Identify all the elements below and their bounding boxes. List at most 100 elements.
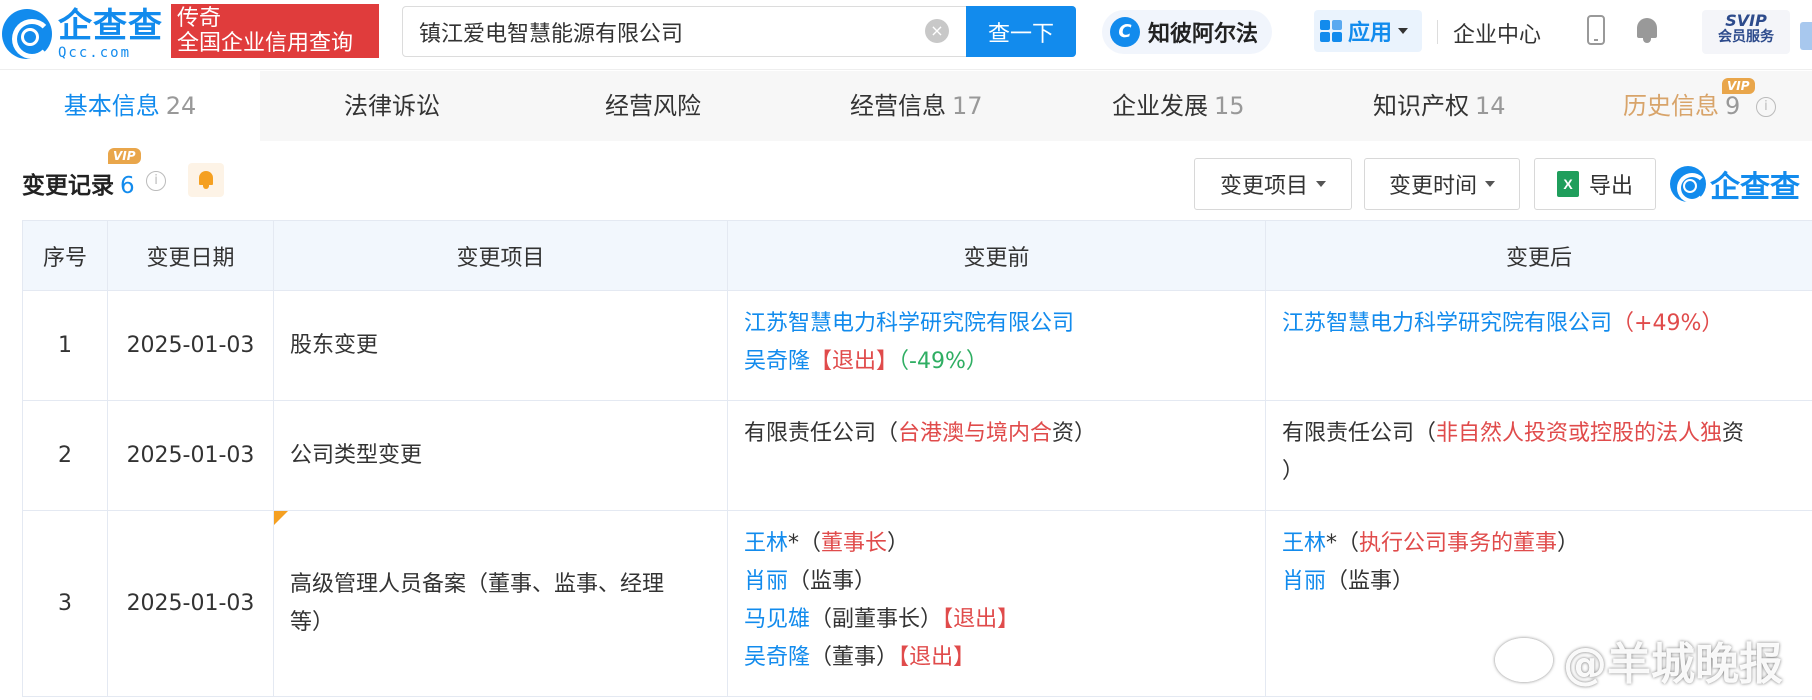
person-link[interactable]: 吴奇隆: [744, 645, 810, 670]
person-link[interactable]: 肖丽: [1282, 569, 1326, 594]
table-row: 1 2025-01-03 股东变更 江苏智慧电力科学研究院有限公司 吴奇隆【退出…: [22, 290, 1812, 401]
search-button[interactable]: 查一下: [966, 6, 1076, 57]
monitor-bell-icon[interactable]: [188, 163, 224, 197]
role-close: ）: [854, 569, 877, 594]
clear-icon[interactable]: ×: [925, 19, 949, 43]
role-open: （: [810, 607, 833, 632]
watermark-text: @羊城晚报: [1563, 639, 1783, 690]
top-navigation-bar: 企查查 Qcc.com 传奇 全国企业信用查询 × 查一下 C 知彼阿尔法 应用…: [0, 0, 1812, 70]
vip-tag: VIP: [1722, 78, 1755, 94]
role-open: （: [1326, 569, 1349, 594]
person-entry: 王林*（董事长）: [744, 525, 1249, 563]
role-open: （: [799, 531, 822, 556]
brand-text: 企查查: [1710, 170, 1800, 205]
person-entry: 马见雄（副董事长）【退出】: [744, 601, 1249, 639]
change-item-line1: 高级管理人员备案（董事、监事、经理: [290, 571, 665, 597]
tab-legal-litigation[interactable]: 法律诉讼: [344, 71, 440, 141]
tab-basic-info[interactable]: 基本信息 24: [0, 71, 260, 141]
person-role: 监事: [810, 569, 855, 594]
row-index: 1: [22, 290, 108, 401]
person-role: 执行公司事务的董事: [1359, 531, 1558, 556]
table-row: 2 2025-01-03 公司类型变更 有限责任公司（台港澳与境内合资） 有限责…: [22, 400, 1812, 511]
svip-member-button[interactable]: SVIP 会员服务: [1702, 10, 1790, 54]
chevron-down-icon: [1398, 28, 1409, 34]
exit-tag: 【退出】: [898, 645, 976, 670]
row-date: 2025-01-03: [107, 400, 274, 511]
tab-operating-info[interactable]: 经营信息 17: [850, 71, 983, 141]
person-entry: 肖丽（监事）: [1282, 563, 1796, 601]
promo-badge[interactable]: 传奇 全国企业信用查询: [171, 4, 379, 58]
notification-bell-icon[interactable]: [1635, 16, 1659, 44]
search-input[interactable]: [403, 7, 958, 56]
promo-badge-line2: 全国企业信用查询: [177, 31, 354, 57]
type-highlight: 非自然人投资或控股的法人独: [1436, 421, 1723, 446]
row-change-item: 公司类型变更: [273, 400, 728, 511]
type-suffix: 资）: [1052, 421, 1097, 446]
share-change: （-49%）: [898, 349, 988, 374]
person-link[interactable]: 吴奇隆: [744, 349, 810, 374]
person-link[interactable]: 肖丽: [744, 569, 788, 594]
chevron-down-icon: [1316, 181, 1326, 187]
change-records-table: 序号 变更日期 变更项目 变更前 变更后 1 2025-01-03 股东变更 江…: [22, 220, 1812, 697]
enterprise-center-link[interactable]: 企业中心: [1453, 17, 1541, 49]
table-header-row: 序号 变更日期 变更项目 变更前 变更后: [22, 220, 1812, 291]
info-icon[interactable]: i: [146, 171, 166, 191]
export-button[interactable]: X 导出: [1534, 158, 1656, 210]
tab-label: 法律诉讼: [344, 92, 440, 120]
column-header-date: 变更日期: [107, 220, 274, 291]
grid-icon: [1320, 20, 1342, 42]
zhibi-alpha-button[interactable]: C 知彼阿尔法: [1102, 10, 1272, 54]
company-link[interactable]: 江苏智慧电力科学研究院有限公司: [1282, 311, 1612, 336]
tab-count: 15: [1214, 92, 1245, 120]
person-entry: 吴奇隆（董事）【退出】: [744, 639, 1249, 677]
column-header-after: 变更后: [1265, 220, 1812, 291]
share-change: （+49%）: [1612, 311, 1724, 336]
row-change-item: 高级管理人员备案（董事、监事、经理 等）: [273, 510, 728, 697]
apps-menu-button[interactable]: 应用: [1314, 10, 1422, 52]
chevron-down-icon: [1485, 181, 1495, 187]
column-header-before: 变更前: [727, 220, 1266, 291]
person-link[interactable]: 王林: [1282, 531, 1326, 556]
qcc-logo-icon: [1670, 166, 1707, 203]
row-before: 有限责任公司（台港澳与境内合资）: [727, 400, 1266, 511]
zhibi-alpha-icon: C: [1110, 17, 1140, 47]
row-before: 江苏智慧电力科学研究院有限公司 吴奇隆【退出】（-49%）: [727, 290, 1266, 401]
row-before: 王林*（董事长） 肖丽（监事） 马见雄（副董事长）【退出】 吴奇隆（董事）【退出…: [727, 510, 1266, 697]
tab-enterprise-development[interactable]: 企业发展 15: [1112, 71, 1245, 141]
promo-badge-line1: 传奇: [177, 6, 222, 31]
tab-intellectual-property[interactable]: 知识产权 14: [1373, 71, 1506, 141]
user-avatar-icon[interactable]: [1800, 22, 1812, 50]
info-icon[interactable]: i: [1755, 97, 1776, 117]
tab-label: 企业发展: [1112, 92, 1208, 120]
change-time-filter[interactable]: 变更时间: [1364, 158, 1520, 210]
person-role: 董事长: [821, 531, 888, 556]
row-index: 2: [22, 400, 108, 511]
role-open: （: [788, 569, 811, 594]
tab-operating-risk[interactable]: 经营风险: [605, 71, 701, 141]
qcc-logo[interactable]: 企查查 Qcc.com: [0, 6, 163, 62]
change-item-line2: 等）: [290, 609, 335, 635]
type-highlight: 台港澳与境内合: [898, 421, 1053, 446]
company-link[interactable]: 江苏智慧电力科学研究院有限公司: [744, 311, 1074, 336]
logo-name: 企查查: [58, 5, 163, 46]
svip-label: SVIP: [1725, 11, 1767, 30]
tab-label: 基本信息: [63, 92, 160, 120]
role-close: ）: [876, 645, 899, 670]
person-role: 董事: [832, 645, 877, 670]
tab-count: 17: [952, 92, 983, 120]
mobile-phone-icon[interactable]: [1587, 15, 1605, 45]
exit-tag: 【退出】: [810, 349, 899, 374]
column-header-item: 变更项目: [273, 220, 728, 291]
person-role: 副董事长: [832, 607, 921, 632]
column-header-index: 序号: [22, 220, 108, 291]
person-role: 监事: [1348, 569, 1393, 594]
change-item-filter[interactable]: 变更项目: [1194, 158, 1352, 210]
tab-count: 14: [1475, 92, 1506, 120]
person-link[interactable]: 王林: [744, 531, 788, 556]
row-index: 3: [22, 510, 108, 697]
person-link[interactable]: 马见雄: [744, 607, 810, 632]
role-close: ）: [1392, 569, 1415, 594]
qcc-brand-mark: 企查查: [1670, 162, 1800, 206]
type-suffix: 资: [1722, 421, 1745, 446]
person-mark: *: [1326, 531, 1338, 556]
